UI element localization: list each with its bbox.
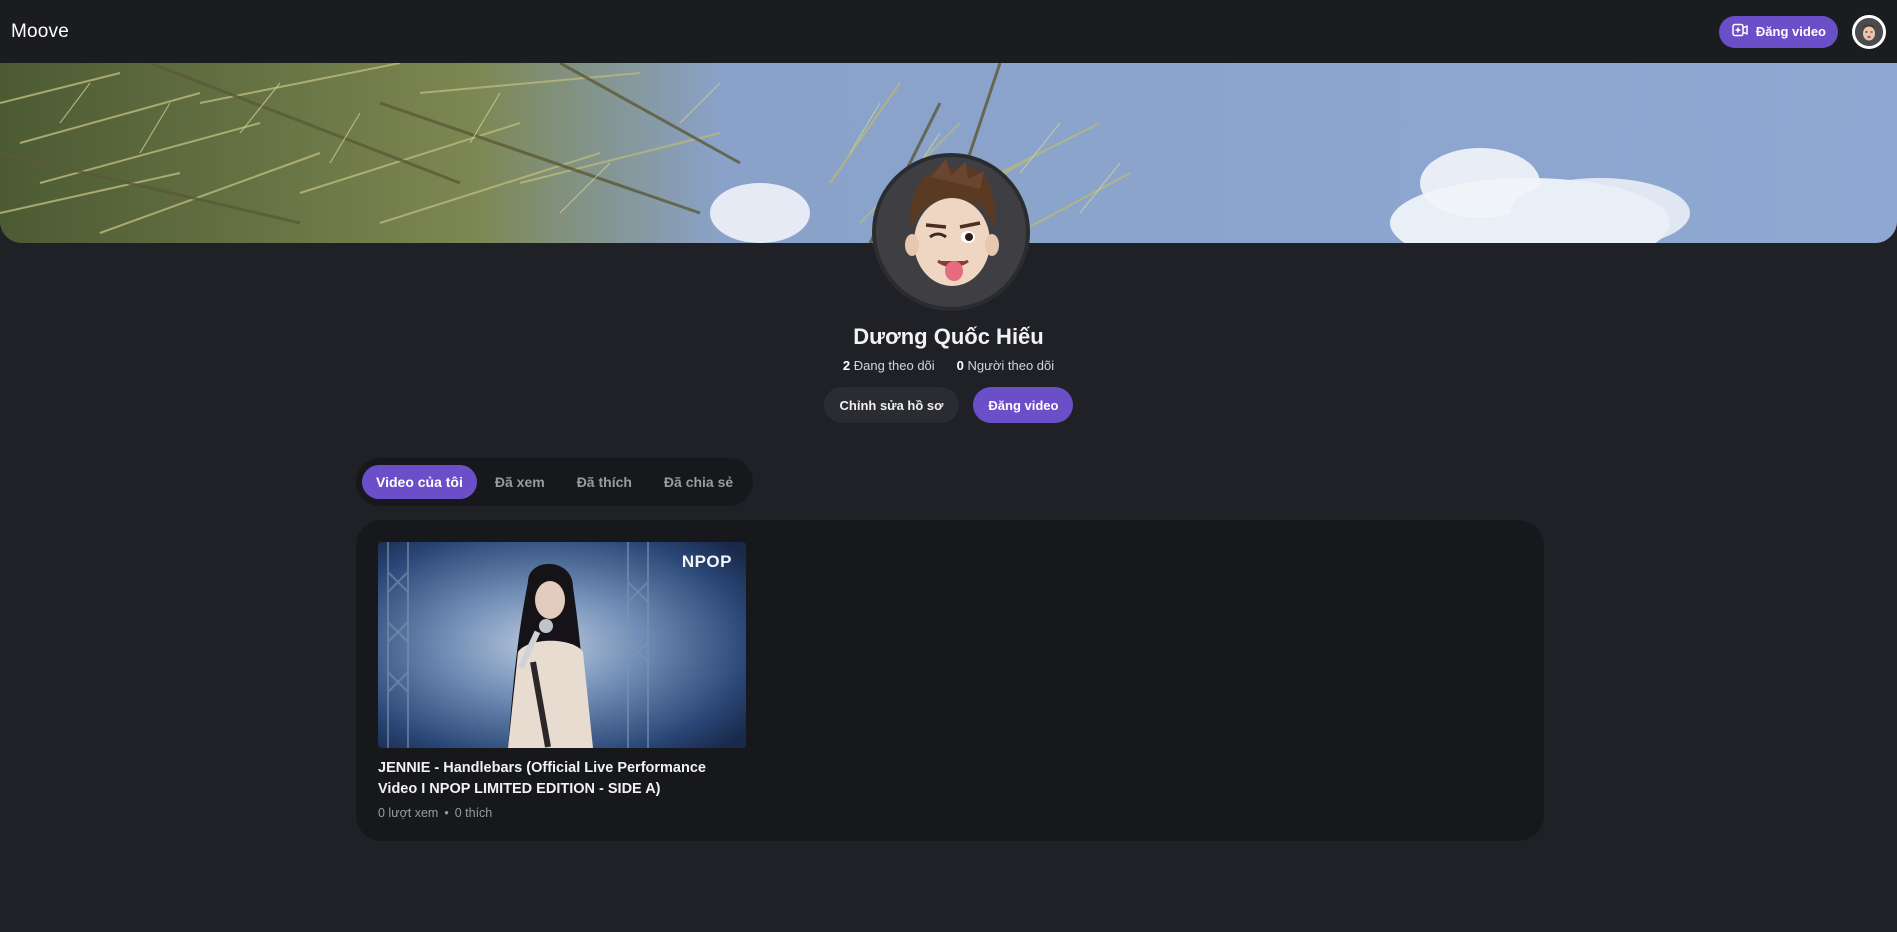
- performer-thumbnail-image: [378, 542, 746, 748]
- video-card[interactable]: NPOP JENNIE - Handlebars (Official Live …: [378, 542, 746, 820]
- profile-actions: Chỉnh sửa hồ sơ Đăng video: [0, 387, 1897, 423]
- video-plus-icon: [1732, 23, 1748, 40]
- memoji-avatar-image: [876, 157, 1026, 307]
- app-logo[interactable]: Moove: [11, 21, 69, 43]
- tab-watched[interactable]: Đã xem: [481, 465, 559, 499]
- followers-stat[interactable]: 0 Người theo dõi: [957, 358, 1054, 373]
- video-thumbnail[interactable]: NPOP: [378, 542, 746, 748]
- following-stat[interactable]: 2 Đang theo dõi: [843, 358, 935, 373]
- thumbnail-channel-logo: NPOP: [681, 552, 732, 571]
- profile-tabs: Video của tôi Đã xem Đã thích Đã chia sẻ: [356, 458, 754, 506]
- meta-separator: •: [444, 806, 449, 820]
- followers-label: Người theo dõi: [967, 358, 1055, 373]
- video-meta: 0 lượt xem • 0 thích: [378, 806, 746, 820]
- followers-count: 0: [956, 358, 964, 373]
- profile-avatar[interactable]: [872, 153, 1030, 311]
- avatar-memoji-icon: [1855, 17, 1883, 46]
- edit-profile-button[interactable]: Chỉnh sửa hồ sơ: [823, 387, 960, 423]
- video-title[interactable]: JENNIE - Handlebars (Official Live Perfo…: [378, 758, 746, 800]
- tab-liked[interactable]: Đã thích: [563, 465, 646, 499]
- tab-shared[interactable]: Đã chia sẻ: [650, 465, 747, 499]
- follow-stats: 2 Đang theo dõi 0 Người theo dõi: [0, 358, 1897, 373]
- following-count: 2: [842, 358, 851, 373]
- user-avatar-button[interactable]: [1852, 14, 1886, 49]
- top-right-actions: Đăng video: [1718, 14, 1886, 49]
- video-likes: 0 thích: [454, 806, 493, 820]
- header-upload-video-button[interactable]: Đăng video: [1718, 15, 1838, 48]
- tab-my-videos[interactable]: Video của tôi: [362, 465, 477, 499]
- profile-name: Dương Quốc Hiếu: [853, 324, 1044, 349]
- video-grid-panel: NPOP JENNIE - Handlebars (Official Live …: [356, 520, 1544, 841]
- profile-upload-video-button[interactable]: Đăng video: [973, 387, 1074, 423]
- top-navigation-bar: Moove Đăng video: [0, 0, 1897, 63]
- video-views: 0 lượt xem: [378, 806, 439, 820]
- following-label: Đang theo dõi: [853, 358, 935, 373]
- header-upload-video-label: Đăng video: [1755, 24, 1826, 39]
